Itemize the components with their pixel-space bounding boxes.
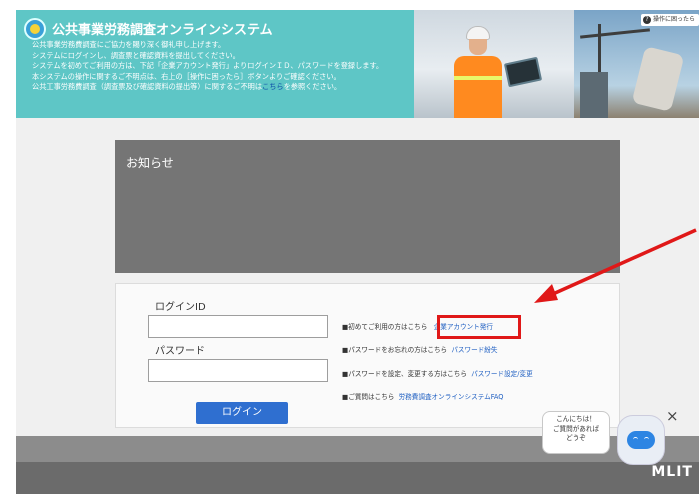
password-input[interactable] bbox=[148, 359, 328, 382]
link-row-forgot-password: ■パスワードをお忘れの方はこちら パスワード紛失 bbox=[342, 346, 498, 354]
help-button-label: 操作に困ったら bbox=[652, 16, 695, 23]
intro-tail: を参照ください。 bbox=[283, 82, 342, 92]
chat-close-icon[interactable]: × bbox=[666, 407, 679, 425]
mlit-logo: MLIT bbox=[651, 464, 693, 480]
highlight-box bbox=[437, 315, 521, 339]
tablet-image bbox=[503, 56, 543, 88]
footer-bottom: MLIT bbox=[16, 462, 699, 494]
hand-tablet-image bbox=[631, 46, 685, 112]
change-password-link[interactable]: パスワード設定/変更 bbox=[471, 370, 533, 378]
building-image bbox=[580, 72, 608, 118]
login-button[interactable]: ログイン bbox=[196, 402, 288, 424]
chat-line: ご質問があれば bbox=[552, 424, 600, 433]
construction-photo: ? 操作に困ったら bbox=[574, 10, 699, 118]
forgot-password-link[interactable]: パスワード紛失 bbox=[451, 346, 497, 354]
worker-photo bbox=[414, 10, 574, 118]
intro-line: 公共事業労務費調査にご協力を賜り深く御礼申し上げます。 bbox=[32, 40, 226, 49]
chat-greeting-bubble[interactable]: こんにちは！ ご質問があれば どうぞ bbox=[542, 411, 610, 454]
password-label: パスワード bbox=[155, 346, 205, 357]
question-icon: ? bbox=[642, 16, 651, 24]
intro-line-with-link: 公共工事労務費調査（調査票及び確認資料の提出等）に関するご不明はこちらを参照くだ… bbox=[32, 82, 412, 93]
intro-line: システムにログインし、調査票と確認資料を提出してください。 bbox=[32, 50, 240, 60]
notice-title: お知らせ bbox=[126, 156, 174, 170]
system-title: 公共事業労務調査オンラインシステム bbox=[52, 23, 273, 38]
intro-text: 公共事業労務費調査にご協力を賜り深く御礼申し上げます。 システムにログインし、調… bbox=[32, 40, 412, 93]
intro-line: システムを初めてご利用の方は、下記「企業アカウント発行」よりログインＩＤ、パスワ… bbox=[32, 61, 384, 71]
header-banner: 公共事業労務調査オンラインシステム 公共事業労務費調査にご協力を賜り深く御礼申し… bbox=[16, 10, 699, 118]
page: 公共事業労務調査オンラインシステム 公共事業労務費調査にご協力を賜り深く御礼申し… bbox=[0, 0, 699, 494]
intro-link[interactable]: こちら bbox=[262, 82, 284, 91]
login-id-label: ログインID bbox=[155, 302, 206, 313]
red-arrow-icon bbox=[534, 228, 697, 303]
faq-link[interactable]: 労務費調査オンラインシステムFAQ bbox=[399, 393, 504, 401]
left-margin bbox=[0, 0, 16, 494]
login-id-input[interactable] bbox=[148, 315, 328, 338]
chatbot-icon[interactable] bbox=[617, 415, 665, 465]
link-row-faq: ■ご質問はこちら 労務費調査オンラインシステムFAQ bbox=[342, 393, 504, 401]
system-logo-icon bbox=[24, 18, 46, 40]
link-row-change-password: ■パスワードを設定、変更する方はこちら パスワード設定/変更 bbox=[342, 370, 533, 378]
worker-figure bbox=[450, 26, 506, 118]
intro-line: 公共工事労務費調査（調査票及び確認資料の提出等）に関するご不明は bbox=[32, 82, 263, 92]
chat-line: こんにちは！ bbox=[556, 415, 596, 423]
intro-line: 本システムの操作に関するご不明点は、右上の［操作に困ったら］ボタンよりご確認くだ… bbox=[32, 71, 341, 81]
help-button[interactable]: ? 操作に困ったら bbox=[640, 14, 699, 26]
chat-line: どうぞ bbox=[566, 434, 586, 442]
